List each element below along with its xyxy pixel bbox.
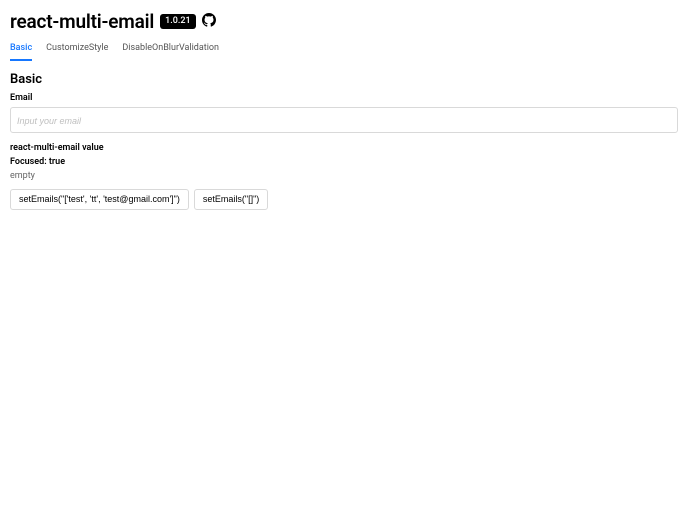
tab-disable-on-blur-validation[interactable]: DisableOnBlurValidation (122, 39, 219, 61)
email-field-label: Email (10, 93, 678, 103)
app-title: react-multi-email (10, 10, 154, 33)
email-input[interactable] (17, 116, 671, 126)
tab-basic[interactable]: Basic (10, 39, 32, 61)
set-emails-sample-button[interactable]: setEmails("['test', 'tt', 'test@gmail.co… (10, 189, 189, 210)
set-emails-empty-button[interactable]: setEmails("[]") (194, 189, 268, 210)
header: react-multi-email 1.0.21 (10, 10, 678, 33)
version-badge: 1.0.21 (160, 14, 195, 29)
button-row: setEmails("['test', 'tt', 'test@gmail.co… (10, 189, 678, 210)
email-input-container[interactable] (10, 107, 678, 133)
section-title: Basic (10, 72, 678, 87)
value-heading: react-multi-email value (10, 143, 678, 153)
tab-customize-style[interactable]: CustomizeStyle (46, 39, 108, 61)
current-value: empty (10, 171, 678, 181)
tabs: Basic CustomizeStyle DisableOnBlurValida… (10, 39, 678, 62)
github-icon (202, 13, 216, 31)
github-link[interactable] (202, 13, 216, 31)
focused-value: true (49, 157, 65, 167)
focused-label: Focused: (10, 157, 49, 167)
focused-status: Focused: true (10, 157, 678, 167)
